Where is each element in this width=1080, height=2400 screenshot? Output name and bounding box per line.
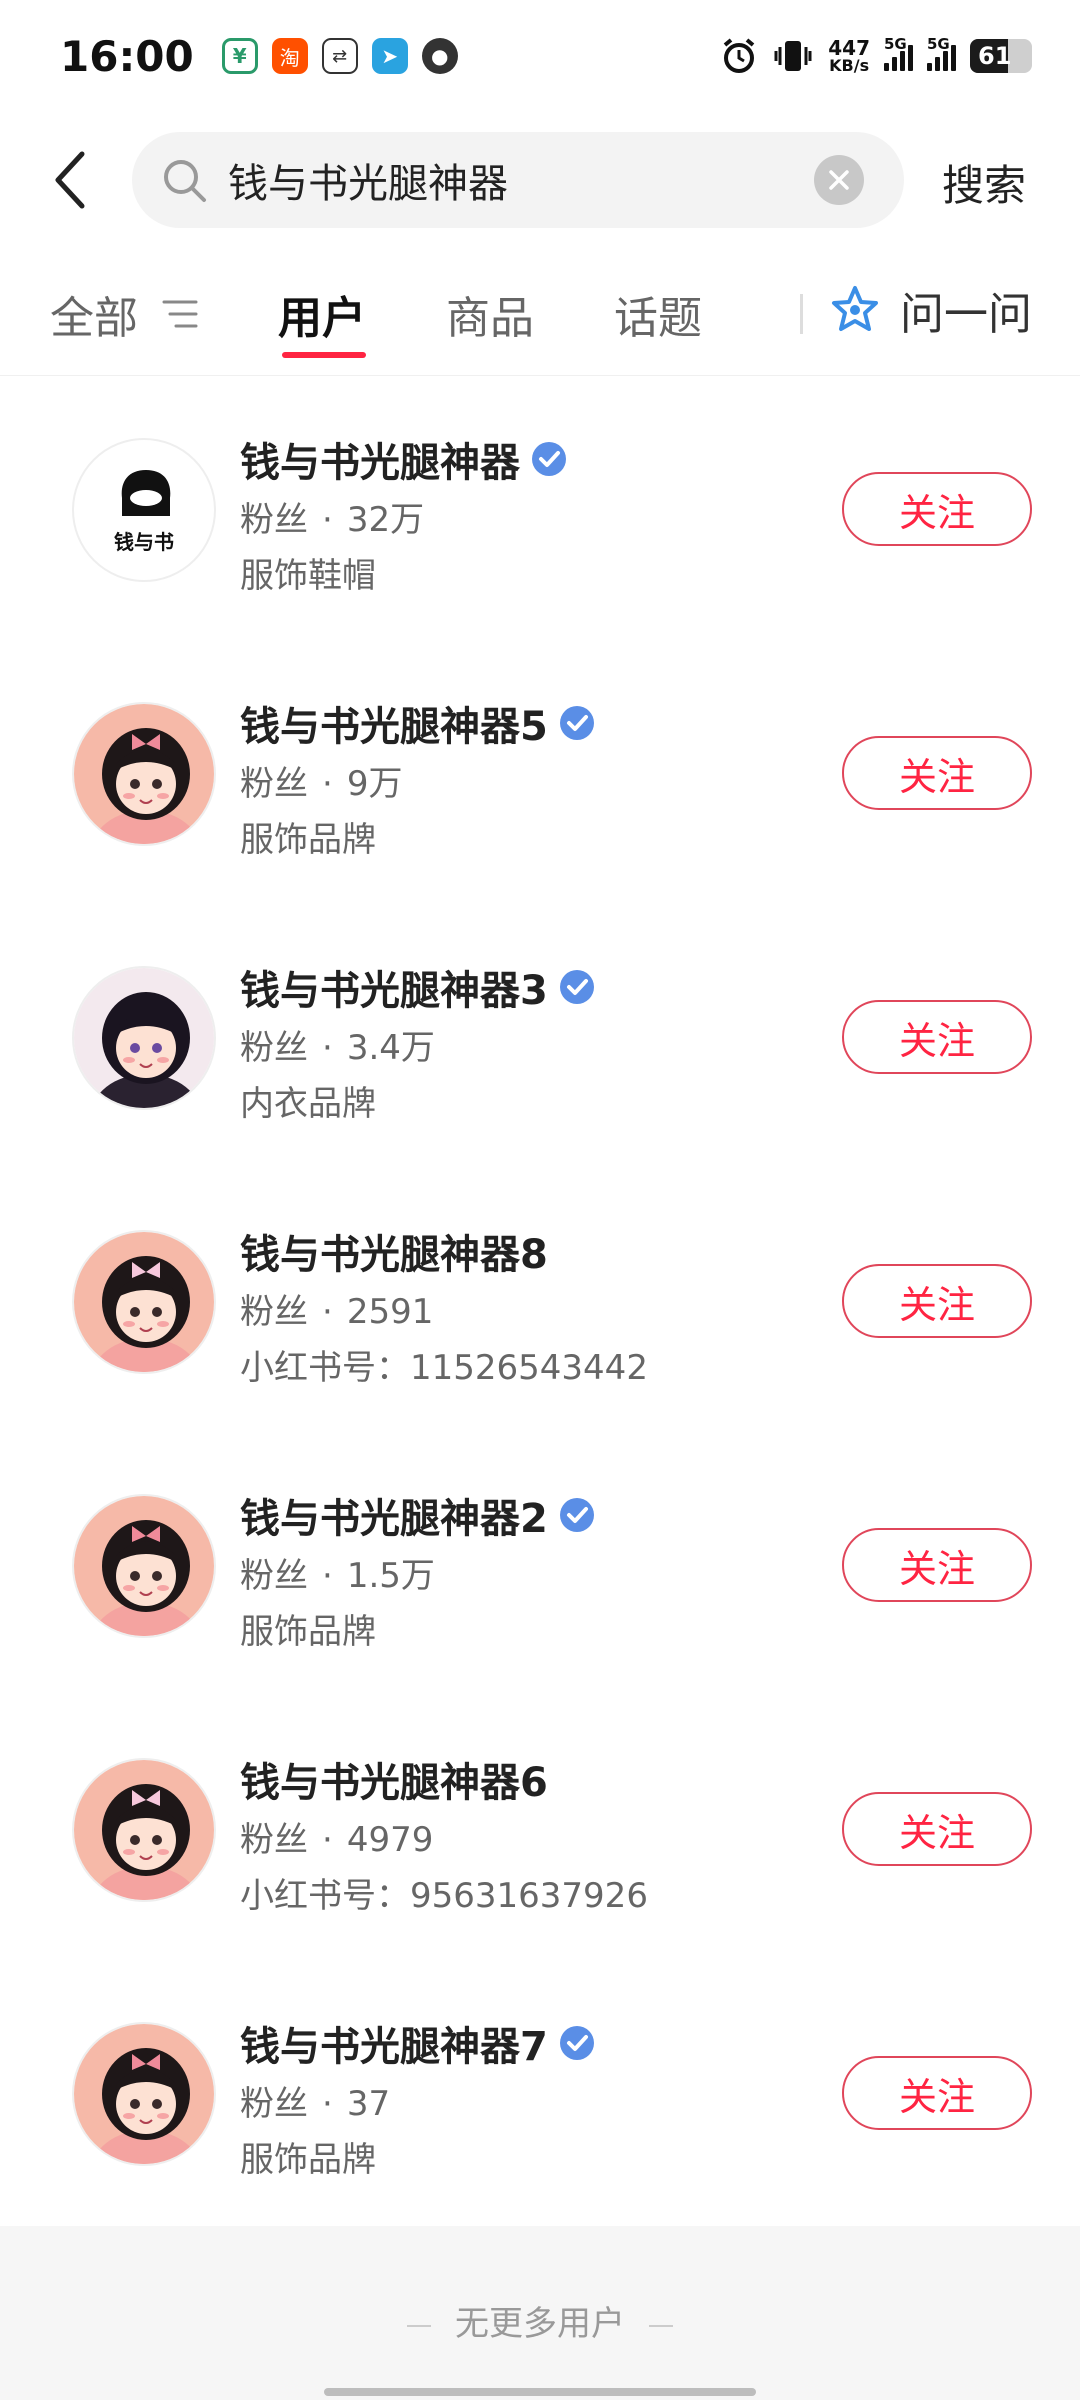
status-time: 16:00	[60, 31, 194, 81]
user-name[interactable]: 钱与书光腿神器3	[240, 958, 596, 1016]
fans-count: 粉丝 · 2591	[240, 1292, 434, 1332]
avatar[interactable]	[72, 702, 216, 846]
user-subtitle: 服饰品牌	[240, 820, 376, 860]
user-row[interactable]: 钱与书光腿神器3 粉丝 · 3.4万 内衣品牌 关注	[0, 906, 1080, 1170]
avatar[interactable]: 钱与书	[72, 438, 216, 582]
user-row[interactable]: 钱与书 钱与书光腿神器粉丝 · 32万 服饰鞋帽 关注	[0, 378, 1080, 642]
user-name-text: 钱与书光腿神器7	[240, 2024, 548, 2070]
avatar[interactable]	[72, 1494, 216, 1638]
tab-users[interactable]: 用户	[278, 282, 366, 346]
signal-icon: 5G	[884, 35, 913, 71]
user-name[interactable]: 钱与书光腿神器6	[240, 1750, 548, 1808]
bank-app-icon: ¥	[221, 38, 258, 74]
follow-button[interactable]: 关注	[842, 1264, 1032, 1338]
follow-button[interactable]: 关注	[842, 1528, 1032, 1602]
fans-count: 粉丝 · 37	[240, 2084, 391, 2124]
avatar[interactable]	[72, 1758, 216, 1902]
user-name-text: 钱与书光腿神器3	[240, 968, 548, 1014]
fans-count: 粉丝 · 32万	[240, 500, 425, 540]
user-subtitle: 小红书号：95631637926	[240, 1876, 648, 1916]
active-tab-indicator	[282, 352, 366, 358]
taobao-app-icon: 淘	[271, 38, 308, 74]
user-subtitle: 服饰品牌	[240, 2140, 376, 2180]
alarm-icon	[723, 38, 755, 73]
avatar[interactable]	[72, 2022, 216, 2166]
user-row[interactable]: 钱与书光腿神器7 粉丝 · 37 服饰品牌 关注	[0, 1962, 1080, 2226]
search-input[interactable]: 钱与书光腿神器	[228, 151, 814, 209]
tab-divider	[800, 294, 803, 334]
avatar[interactable]	[72, 1230, 216, 1374]
brand-logo-text: 钱与书	[114, 530, 174, 554]
follow-button[interactable]: 关注	[842, 2056, 1032, 2130]
verified-icon	[559, 1498, 594, 1532]
no-more-users: 无更多用户	[0, 2296, 1080, 2345]
user-list: 钱与书 钱与书光腿神器 粉丝 · 32万 服饰鞋帽 关注 钱与书光腿神器5 粉丝 · 9万 服饰品牌关…	[0, 378, 1080, 2226]
user-name-text: 钱与书光腿神器5	[240, 704, 548, 750]
tab-ask[interactable]: 问一问	[828, 278, 1032, 342]
avatar[interactable]	[72, 966, 216, 1110]
user-row[interactable]: 钱与书光腿神器2 粉丝 · 1.5万 服饰品牌 关注	[0, 1434, 1080, 1698]
search-header: 钱与书光腿神器 搜索	[0, 130, 1080, 230]
user-row[interactable]: 钱与书光腿神器8 粉丝 · 2591 小红书号：11526543442 关注	[0, 1170, 1080, 1434]
user-name[interactable]: 钱与书光腿神器8	[240, 1222, 548, 1280]
home-indicator[interactable]	[324, 2388, 756, 2396]
search-button[interactable]: 搜索	[942, 152, 1026, 213]
fans-count: 粉丝 · 3.4万	[240, 1028, 435, 1068]
star-ask-icon	[832, 286, 878, 331]
sync-app-icon: ⇄	[321, 38, 358, 74]
user-subtitle: 内衣品牌	[240, 1084, 376, 1124]
vibrate-icon	[774, 41, 812, 71]
fans-count: 粉丝 · 9万	[240, 764, 403, 804]
search-icon	[164, 160, 206, 202]
verified-icon	[559, 706, 594, 740]
tab-goods[interactable]: 商品	[446, 282, 534, 346]
signal-icon: 5G	[927, 35, 956, 71]
tab-all[interactable]: 全部	[50, 282, 138, 346]
tab-topics[interactable]: 话题	[614, 282, 702, 346]
clear-icon[interactable]	[814, 155, 864, 205]
tab-bar: 全部 用户 商品 话题 问一问	[0, 270, 1080, 376]
user-name-text: 钱与书光腿神器	[240, 440, 520, 486]
verified-icon	[559, 2026, 594, 2060]
search-box[interactable]: 钱与书光腿神器	[132, 132, 904, 228]
user-name[interactable]: 钱与书光腿神器5	[240, 694, 596, 752]
user-subtitle: 服饰品牌	[240, 1612, 376, 1652]
list-footer: 无更多用户	[0, 2226, 1080, 2400]
user-row[interactable]: 钱与书光腿神器6 粉丝 · 4979 小红书号：95631637926 关注	[0, 1698, 1080, 1962]
follow-button[interactable]: 关注	[842, 736, 1032, 810]
status-bar: 16:00 ¥ 淘 ⇄ ➤ ● 447 KB/s 5G 5G 61	[0, 0, 1080, 112]
follow-button[interactable]: 关注	[842, 1000, 1032, 1074]
camera-app-icon: ●	[421, 38, 458, 74]
user-name[interactable]: 钱与书光腿神器2	[240, 1486, 596, 1544]
battery-icon: 61	[970, 39, 1032, 73]
follow-button[interactable]: 关注	[842, 1792, 1032, 1866]
telegram-app-icon: ➤	[371, 38, 408, 74]
fans-count: 粉丝 · 4979	[240, 1820, 434, 1860]
user-name-text: 钱与书光腿神器2	[240, 1496, 548, 1542]
user-subtitle: 小红书号：11526543442	[240, 1348, 648, 1388]
follow-button[interactable]: 关注	[842, 472, 1032, 546]
filter-icon[interactable]	[160, 296, 200, 332]
user-name-text: 钱与书光腿神器8	[240, 1232, 548, 1278]
user-name[interactable]: 钱与书光腿神器7	[240, 2014, 596, 2072]
user-subtitle: 服饰鞋帽	[240, 556, 376, 596]
user-name[interactable]: 钱与书光腿神器	[240, 430, 568, 488]
verified-icon	[532, 442, 566, 476]
user-row[interactable]: 钱与书光腿神器5 粉丝 · 9万服饰品牌 关注	[0, 642, 1080, 906]
verified-icon	[559, 970, 594, 1004]
network-speed: 447 KB/s	[828, 36, 870, 75]
back-icon[interactable]	[48, 148, 92, 212]
user-name-text: 钱与书光腿神器6	[240, 1760, 548, 1806]
fans-count: 粉丝 · 1.5万	[240, 1556, 435, 1596]
